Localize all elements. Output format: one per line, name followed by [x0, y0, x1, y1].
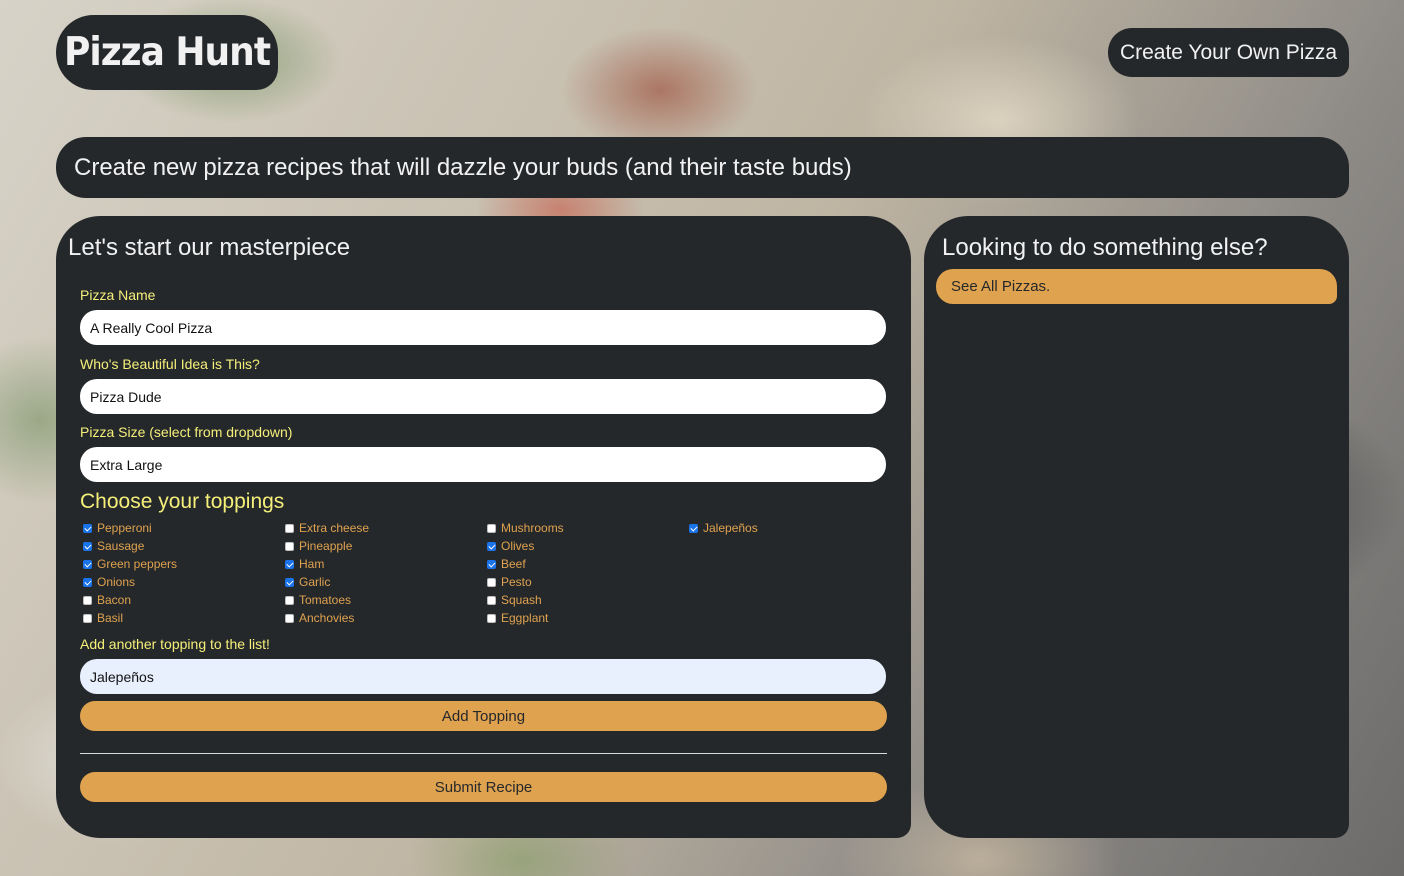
topping-checkbox[interactable] [487, 595, 496, 605]
topping-checkbox[interactable] [487, 523, 496, 533]
topping-option[interactable]: Olives [484, 537, 686, 555]
topping-option[interactable]: Pineapple [282, 537, 484, 555]
add-topping-button[interactable]: Add Topping [80, 701, 887, 731]
add-topping-input[interactable] [80, 659, 886, 694]
sidebar-panel: Looking to do something else? See All Pi… [924, 216, 1349, 838]
topping-option[interactable]: Pepperoni [80, 519, 282, 537]
pizza-hunt-logo[interactable]: Pizza Hunt [56, 15, 278, 90]
topping-checkbox[interactable] [487, 541, 496, 551]
topping-label: Pineapple [299, 539, 353, 553]
topping-checkbox[interactable] [285, 613, 294, 623]
form-title: Let's start our masterpiece [68, 234, 351, 261]
topping-label: Green peppers [97, 557, 178, 571]
topping-option[interactable]: Squash [484, 591, 686, 609]
topping-option[interactable]: Beef [484, 555, 686, 573]
topping-label: Basil [97, 611, 124, 625]
topping-option[interactable]: Sausage [80, 537, 282, 555]
sidebar-title: Looking to do something else? [942, 234, 1268, 261]
pizza-size-select[interactable] [80, 447, 886, 482]
topping-option[interactable]: Garlic [282, 573, 484, 591]
submit-recipe-button[interactable]: Submit Recipe [80, 772, 887, 802]
pizza-name-label: Pizza Name [80, 287, 156, 303]
topping-option[interactable]: Mushrooms [484, 519, 686, 537]
topping-label: Onions [97, 575, 136, 589]
topping-checkbox[interactable] [487, 559, 496, 569]
topping-checkbox[interactable] [487, 577, 496, 587]
topping-checkbox[interactable] [83, 595, 92, 605]
topping-option[interactable]: Tomatoes [282, 591, 484, 609]
topping-label: Jalepeños [703, 521, 758, 535]
topping-checkbox[interactable] [83, 541, 92, 551]
topping-option[interactable]: Eggplant [484, 609, 686, 627]
topping-label: Eggplant [501, 611, 549, 625]
creator-input[interactable] [80, 379, 886, 414]
topping-label: Anchovies [299, 611, 355, 625]
topping-label: Olives [501, 539, 535, 553]
topping-checkbox[interactable] [285, 523, 294, 533]
topping-option[interactable]: Extra cheese [282, 519, 484, 537]
add-topping-label: Add another topping to the list! [80, 636, 270, 652]
topping-label: Beef [501, 557, 526, 571]
topping-label: Tomatoes [299, 593, 352, 607]
topping-option[interactable]: Bacon [80, 591, 282, 609]
toppings-grid: Pepperoni Sausage Green peppers Onions Bacon… [80, 519, 886, 627]
topping-label: Squash [501, 593, 542, 607]
pizza-name-input[interactable] [80, 310, 886, 345]
topping-checkbox[interactable] [83, 523, 92, 533]
topping-label: Ham [299, 557, 325, 571]
recipe-form-panel: Let's start our masterpiece Pizza Name W… [56, 216, 911, 838]
topping-checkbox[interactable] [83, 613, 92, 623]
topping-checkbox[interactable] [83, 577, 92, 587]
topping-checkbox[interactable] [285, 595, 294, 605]
topping-option[interactable]: Pesto [484, 573, 686, 591]
topping-option[interactable]: Anchovies [282, 609, 484, 627]
topping-checkbox[interactable] [285, 541, 294, 551]
topping-label: Pesto [501, 575, 532, 589]
topping-label: Garlic [299, 575, 331, 589]
topping-checkbox[interactable] [487, 613, 496, 623]
page-tagline: Create new pizza recipes that will dazzl… [56, 137, 1349, 198]
toppings-title: Choose your toppings [80, 490, 285, 513]
topping-label: Extra cheese [299, 521, 370, 535]
creator-label: Who's Beautiful Idea is This? [80, 356, 260, 372]
topping-checkbox[interactable] [285, 577, 294, 587]
see-all-pizzas-button[interactable]: See All Pizzas. [936, 269, 1337, 304]
form-divider [80, 753, 887, 754]
topping-option[interactable]: Ham [282, 555, 484, 573]
topping-option[interactable]: Basil [80, 609, 282, 627]
topping-label: Pepperoni [97, 521, 152, 535]
topping-option[interactable]: Jalepeños [686, 519, 886, 537]
topping-label: Mushrooms [501, 521, 564, 535]
topping-checkbox[interactable] [83, 559, 92, 569]
pizza-size-label: Pizza Size (select from dropdown) [80, 424, 293, 440]
topping-checkbox[interactable] [285, 559, 294, 569]
topping-option[interactable]: Onions [80, 573, 282, 591]
topping-label: Bacon [97, 593, 132, 607]
topping-checkbox[interactable] [689, 523, 698, 533]
logo-text: Pizza Hunt [63, 29, 271, 76]
create-own-pizza-button[interactable]: Create Your Own Pizza [1108, 28, 1349, 77]
topping-option[interactable]: Green peppers [80, 555, 282, 573]
topping-label: Sausage [97, 539, 145, 553]
